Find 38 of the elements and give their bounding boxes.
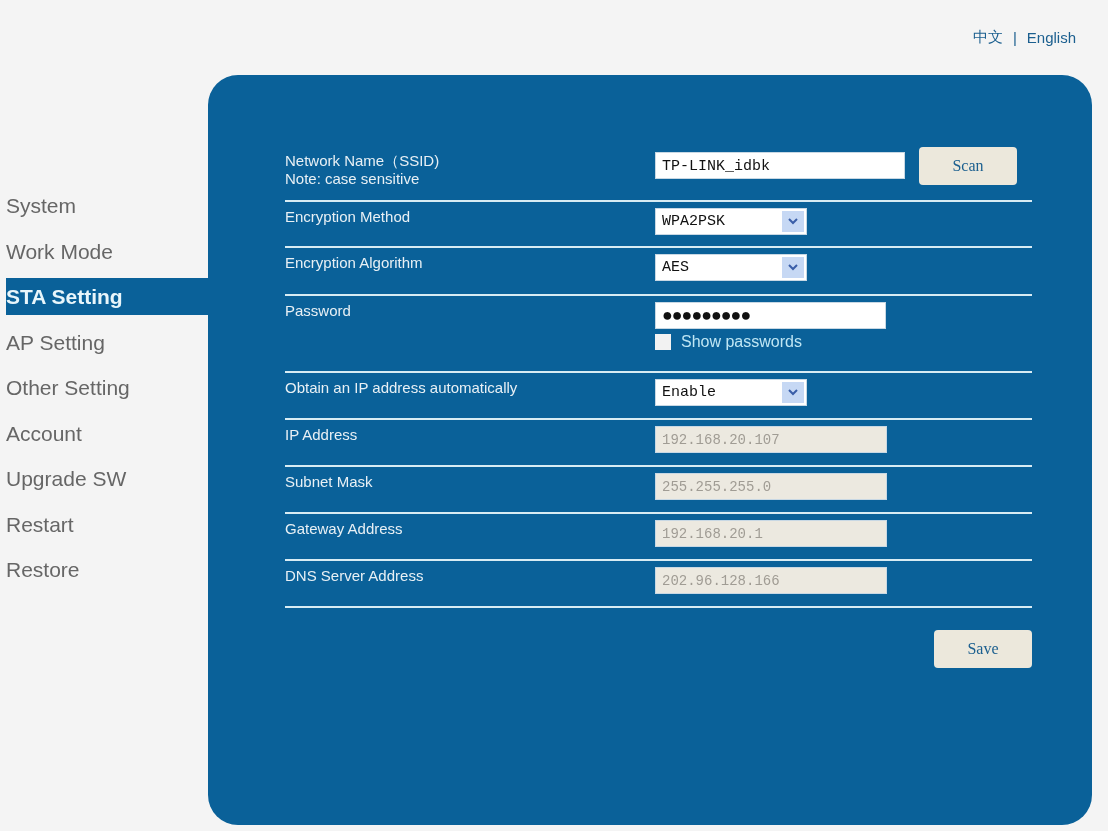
- field-label: Encryption Algorithm: [285, 254, 424, 272]
- input-field: 192.168.20.107: [655, 426, 887, 453]
- field-label: Subnet Mask: [285, 473, 374, 491]
- language-link[interactable]: 中文: [972, 28, 1003, 47]
- sidebar-item[interactable]: Account: [6, 410, 208, 456]
- sidebar-item[interactable]: Work Mode: [6, 228, 208, 274]
- sidebar-item[interactable]: System: [6, 183, 208, 229]
- field-label: Password: [285, 302, 352, 320]
- checkbox-label: Show passwords: [681, 333, 802, 351]
- input-field[interactable]: TP-LINK_idbk: [655, 152, 905, 179]
- password-field[interactable]: ●●●●●●●●●: [655, 302, 886, 329]
- sidebar-item[interactable]: Other Setting: [6, 365, 208, 411]
- dropdown[interactable]: Enable: [655, 379, 807, 406]
- field-label: Encryption Method: [285, 208, 412, 226]
- field-label: DNS Server Address: [285, 567, 425, 585]
- language-link[interactable]: English: [1026, 29, 1076, 46]
- chevron-down-icon: [788, 218, 798, 225]
- dropdown[interactable]: AES: [655, 254, 807, 281]
- input-field: 192.168.20.1: [655, 520, 887, 547]
- input-field: 202.96.128.166: [655, 567, 887, 594]
- chevron-down-icon: [788, 264, 798, 271]
- save-button[interactable]: Save: [934, 630, 1032, 668]
- separator: |: [1012, 29, 1017, 46]
- field-label: Obtain an IP address automatically: [285, 379, 519, 397]
- scan-button[interactable]: Scan: [919, 147, 1017, 185]
- checkbox[interactable]: [655, 334, 671, 350]
- field-label: IP Address: [285, 426, 359, 444]
- sidebar-item[interactable]: STA Setting: [6, 278, 208, 315]
- sidebar-item[interactable]: Restart: [6, 501, 208, 547]
- dropdown[interactable]: WPA2PSK: [655, 208, 807, 235]
- input-field: 255.255.255.0: [655, 473, 887, 500]
- chevron-down-icon: [788, 389, 798, 396]
- field-label: Gateway Address: [285, 520, 404, 538]
- sidebar-item[interactable]: Upgrade SW: [6, 456, 208, 502]
- field-note: Note: case sensitive: [285, 170, 421, 188]
- field-label: Network Name（SSID): [285, 152, 441, 170]
- sidebar-item[interactable]: Restore: [6, 547, 208, 593]
- sidebar-item[interactable]: AP Setting: [6, 319, 208, 365]
